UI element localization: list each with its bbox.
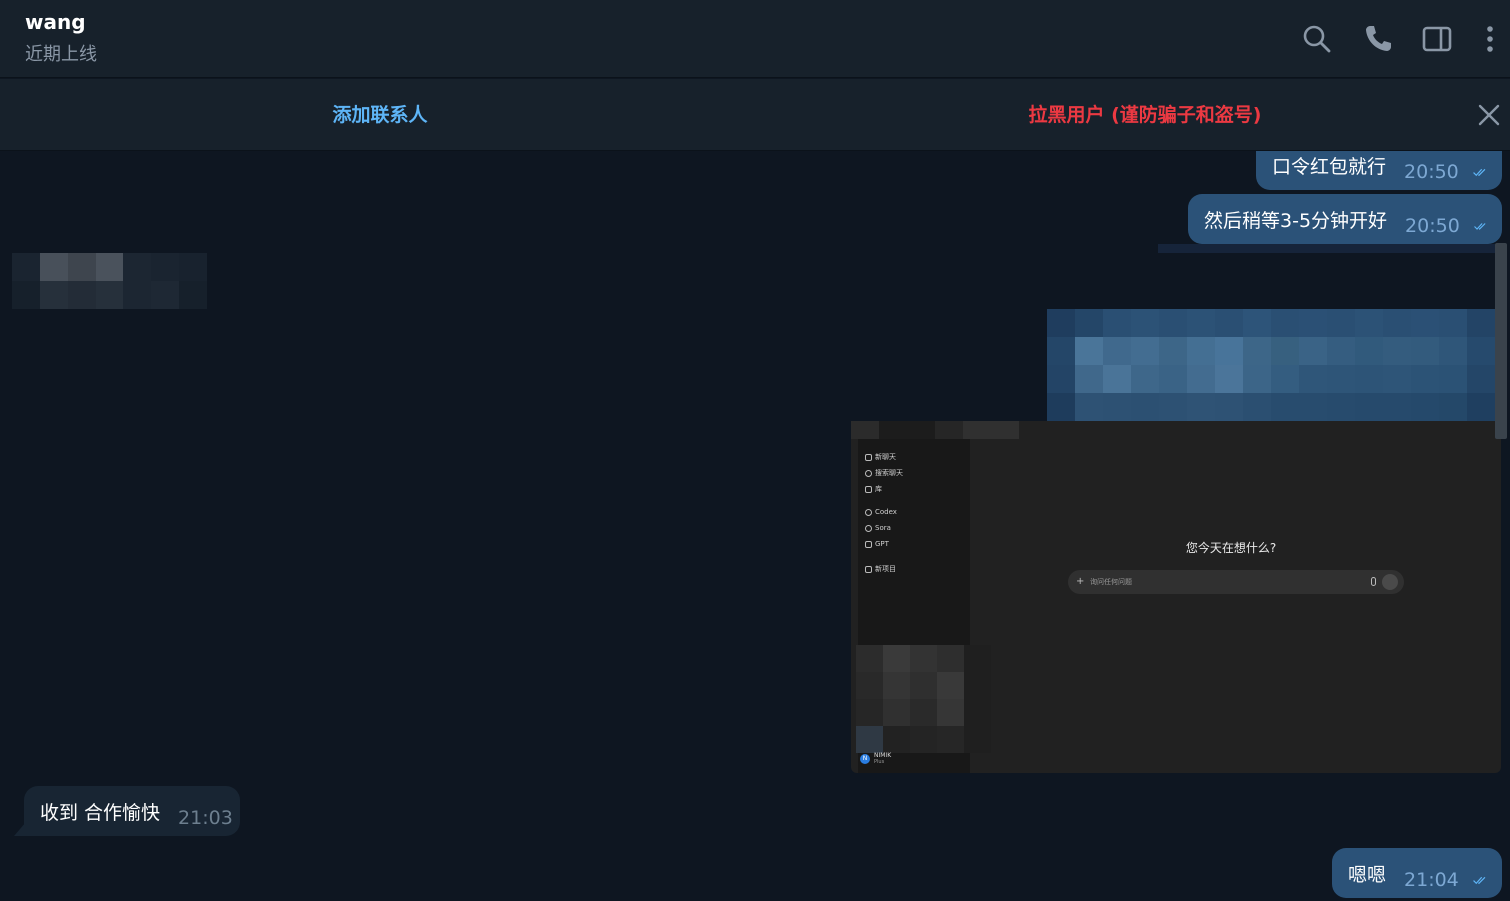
blurred-image[interactable] (1047, 309, 1495, 421)
blurred-image[interactable] (12, 253, 207, 309)
screenshot-username: NIMIK (874, 752, 892, 759)
scrollbar[interactable] (1495, 243, 1507, 439)
screenshot-sidebar-item: 新聊天 (865, 452, 896, 462)
phone-icon[interactable] (1361, 22, 1395, 56)
screenshot-sidebar-item: 库 (865, 484, 882, 494)
screenshot-sidebar-item: Codex (865, 508, 897, 516)
message-bubble[interactable]: 然后稍等3-5分钟开好 20:50 (1188, 194, 1502, 244)
plus-icon: + (1076, 576, 1085, 587)
message-text: 嗯嗯 (1348, 863, 1387, 886)
sidebar-toggle-icon[interactable] (1420, 22, 1454, 56)
screenshot-sidebar-item: Sora (865, 524, 891, 532)
message-time: 21:03 (178, 807, 233, 829)
double-check-icon (1472, 168, 1486, 177)
close-action-bar-icon[interactable] (1476, 102, 1502, 128)
message-time: 20:50 (1404, 161, 1459, 183)
chat-screenshot-image[interactable]: 新聊天 搜索聊天 库 Codex Sora GPT 新项目 您今天在想什么? +… (851, 421, 1501, 773)
chat-title[interactable]: wang (25, 10, 86, 34)
blurred-region (856, 645, 991, 753)
message-time: 21:04 (1404, 869, 1459, 891)
screenshot-prompt-title: 您今天在想什么? (1185, 541, 1277, 555)
message-text: 收到 合作愉快 (40, 801, 161, 824)
add-contact-label[interactable]: 添加联系人 (0, 79, 760, 151)
double-check-icon (1473, 223, 1486, 230)
screenshot-plan: Plus (874, 759, 885, 765)
avatar: N (860, 753, 870, 764)
voice-mode-icon (1382, 574, 1398, 590)
sora-icon (865, 524, 872, 532)
message-bubble[interactable]: 收到 合作愉快 21:03 (24, 786, 240, 836)
message-text: 然后稍等3-5分钟开好 (1204, 209, 1388, 232)
message-bubble[interactable]: 嗯嗯 21:04 (1332, 848, 1502, 898)
screenshot-input: + 询问任何问题 (1068, 570, 1404, 594)
screenshot-user: N NIMIK Plus (860, 752, 891, 765)
more-vertical-icon[interactable] (1473, 22, 1507, 56)
folder-icon (865, 565, 872, 573)
chat-status: 近期上线 (25, 44, 97, 65)
blurred-strip (1158, 244, 1498, 253)
edit-icon (865, 453, 872, 461)
message-text: 口令红包就行 (1272, 155, 1387, 178)
search-icon (865, 469, 872, 477)
screenshot-sidebar-item: 新项目 (865, 564, 896, 574)
double-check-icon (1472, 876, 1486, 885)
block-user-label[interactable]: 拉黑用户 (谨防骗子和盗号) (760, 79, 1510, 151)
library-icon (865, 485, 872, 493)
microphone-icon (1371, 577, 1376, 586)
search-icon[interactable] (1300, 22, 1334, 56)
message-time: 20:50 (1405, 215, 1460, 237)
screenshot-sidebar-item: 搜索聊天 (865, 468, 903, 478)
screenshot-input-placeholder: 询问任何问题 (1090, 578, 1132, 586)
codex-icon (865, 508, 872, 516)
chat-header: wang 近期上线 (0, 0, 1510, 78)
